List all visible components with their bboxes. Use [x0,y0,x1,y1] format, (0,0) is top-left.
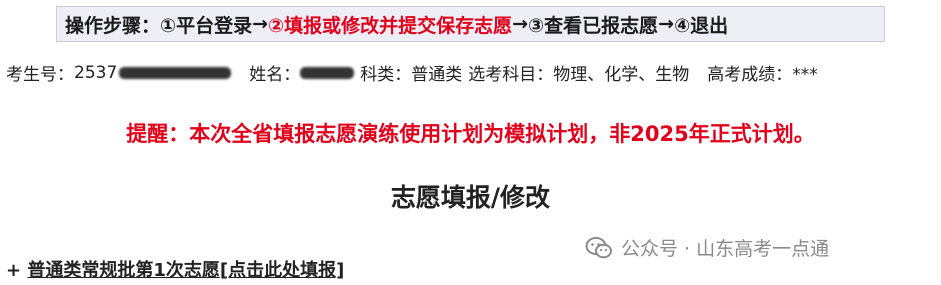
reminder-notice: 提醒：本次全省填报志愿演练使用计划为模拟计划，非2025年正式计划。 [126,122,815,146]
step-login[interactable]: ①平台登录 [160,11,252,38]
score-text: 高考成绩：*** [707,65,818,85]
steps-label: 操作步骤： [65,14,161,37]
subjects-text: 选考科目：物理、化学、生物 [468,65,690,85]
steps-bar: 操作步骤： ①平台登录 → ②填报或修改并提交保存志愿 → ③查看已报志愿 → … [56,6,885,42]
step-view[interactable]: ③查看已报志愿 [528,11,658,38]
candidate-info: 考生号： 2537 姓名： 科类：普通类 选考科目：物理、化学、生物 高考成绩：*… [6,60,818,86]
step-arrow: → [658,13,675,35]
exam-no-value: 2537 [74,62,118,83]
expand-toggle[interactable]: + [6,260,27,281]
step-fill-submit[interactable]: ②填报或修改并提交保存志愿 [268,11,512,38]
watermark: 公众号 · 山东高考一点通 [585,234,829,261]
fill-in-link[interactable]: [点击此处填报] [220,260,344,281]
category-text: 科类：普通类 [360,65,463,85]
watermark-text: 公众号 · 山东高考一点通 [621,238,830,260]
step-exit[interactable]: ④退出 [674,11,728,38]
wechat-icon [585,236,612,258]
step-arrow: → [252,13,269,35]
redacted-exam-no [119,66,232,79]
redacted-name [300,66,355,79]
page-title: 志愿填报/修改 [390,183,551,212]
volunteer-entry-link[interactable]: 普通类常规批第1次志愿[点击此处填报] [27,260,344,281]
volunteer-entry: + 普通类常规批第1次志愿[点击此处填报] [6,256,344,282]
exam-no-label: 考生号： [6,65,74,85]
volunteer-entry-title: 普通类常规批第1次志愿 [27,260,220,281]
step-arrow: → [512,13,529,35]
name-label: 姓名： [249,65,301,85]
